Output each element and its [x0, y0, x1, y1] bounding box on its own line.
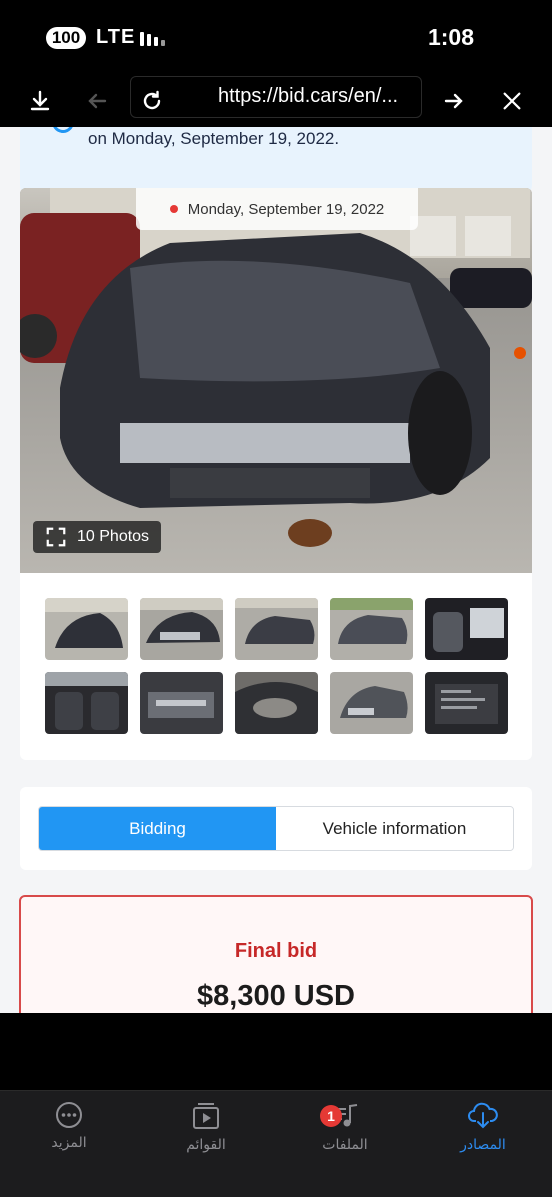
main-vehicle-photo[interactable]: Monday, September 19, 2022 10 Photos [20, 188, 532, 573]
sale-date-banner: on Monday, September 19, 2022. [20, 127, 532, 195]
thumbnail-grid [45, 598, 509, 734]
playlist-icon [193, 1103, 219, 1129]
nav-sources-label: المصادر [460, 1137, 506, 1153]
fullscreen-icon [46, 527, 66, 547]
download-icon[interactable] [22, 83, 58, 119]
battery-indicator: 100 [46, 27, 86, 49]
nav-more-label: المزيد [51, 1135, 87, 1151]
more-icon [56, 1102, 82, 1128]
bottom-navigation: المزيد القوائم 1 الملفات المصادر [0, 1090, 552, 1197]
tab-vehicle-information[interactable]: Vehicle information [276, 807, 513, 850]
thumbnail[interactable] [45, 672, 128, 734]
thumbnail[interactable] [140, 672, 223, 734]
nav-playlists[interactable]: القوائم [156, 1101, 256, 1153]
thumbnail[interactable] [330, 672, 413, 734]
clock: 1:08 [427, 24, 474, 50]
network-type: LTE [96, 26, 136, 48]
reload-icon[interactable] [134, 83, 170, 119]
photo-count-text: 10 Photos [77, 528, 150, 545]
info-icon [48, 127, 78, 137]
final-bid-value: $8,300 USD [197, 980, 355, 1012]
thumbnail[interactable] [425, 672, 508, 734]
thumbnail[interactable] [235, 672, 318, 734]
web-content: on Monday, September 19, 2022. Monday, S… [0, 127, 552, 1013]
tab-bidding[interactable]: Bidding [39, 807, 276, 850]
url-text[interactable]: https://bid.cars/en/... [218, 85, 398, 108]
forward-icon[interactable] [436, 83, 472, 119]
thumbnail[interactable] [140, 598, 223, 660]
thumbnail[interactable] [45, 598, 128, 660]
final-bid-label: Final bid [234, 940, 318, 962]
notification-badge: 1 [320, 1105, 342, 1127]
nav-sources[interactable]: المصادر [433, 1101, 533, 1153]
live-dot-icon [169, 205, 178, 213]
detail-tabs: Bidding Vehicle information [38, 806, 514, 851]
signal-icon [140, 30, 165, 46]
photo-count-button[interactable]: 10 Photos [33, 521, 162, 553]
close-icon[interactable] [494, 83, 530, 119]
photo-date-label: Monday, September 19, 2022 [136, 188, 418, 230]
photo-date-text: Monday, September 19, 2022 [187, 200, 385, 218]
status-bar: 100 LTE 1:08 [0, 0, 552, 75]
sale-date-text: on Monday, September 19, 2022. [88, 129, 340, 148]
detail-tabs-card: Bidding Vehicle information [20, 787, 532, 870]
browser-toolbar: https://bid.cars/en/... [0, 75, 552, 127]
thumbnail[interactable] [235, 598, 318, 660]
nav-files-label: الملفات [322, 1137, 368, 1153]
final-bid-card: Final bid $8,300 USD [19, 895, 533, 1013]
nav-playlists-label: القوائم [186, 1137, 226, 1153]
thumbnail[interactable] [425, 598, 508, 660]
cloud-download-icon [468, 1102, 498, 1129]
vehicle-photo-image [20, 188, 532, 573]
photo-gallery: Monday, September 19, 2022 10 Photos [20, 188, 532, 760]
back-icon[interactable] [79, 83, 115, 119]
nav-more[interactable]: المزيد [19, 1101, 119, 1151]
thumbnail[interactable] [330, 598, 413, 660]
nav-files[interactable]: 1 الملفات [295, 1101, 395, 1153]
